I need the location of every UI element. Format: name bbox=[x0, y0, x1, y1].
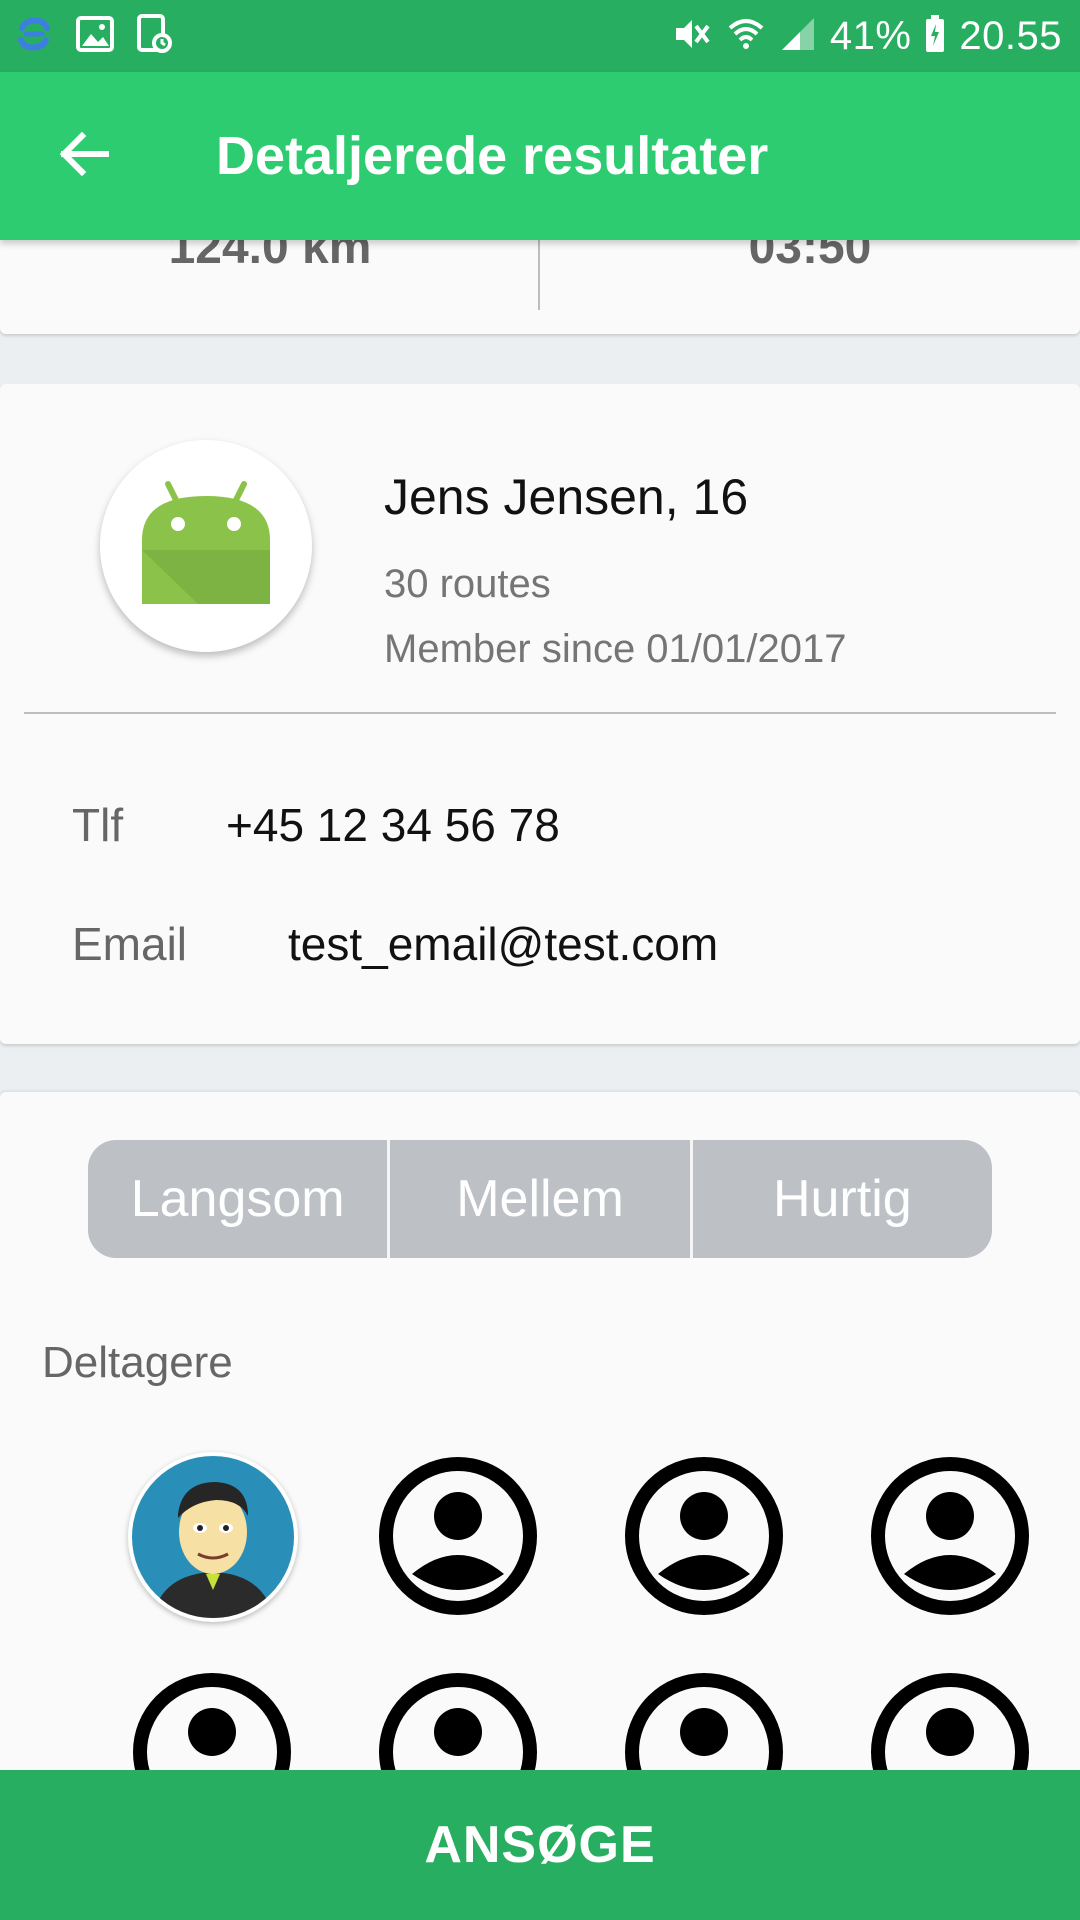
app-bar: Detaljerede resultater bbox=[0, 72, 1080, 240]
arrow-back-icon bbox=[56, 126, 112, 187]
page-title: Detaljerede resultater bbox=[216, 126, 769, 186]
phone-value[interactable]: +45 12 34 56 78 bbox=[226, 798, 560, 852]
participant-slot[interactable] bbox=[868, 1454, 1032, 1618]
segment-mellem[interactable]: Mellem bbox=[387, 1140, 689, 1258]
wifi-icon bbox=[726, 14, 766, 59]
screenshot-icon bbox=[136, 13, 172, 59]
participants-label: Deltagere bbox=[42, 1338, 233, 1387]
battery-icon bbox=[925, 14, 945, 58]
cartoon-face-icon bbox=[132, 1456, 294, 1618]
back-button[interactable] bbox=[0, 72, 168, 240]
profile-member-since: Member since 01/01/2017 bbox=[384, 627, 847, 671]
android-icon bbox=[136, 474, 276, 619]
segment-langsom[interactable]: Langsom bbox=[88, 1140, 387, 1258]
email-value[interactable]: test_email@test.com bbox=[288, 917, 718, 971]
participant-slot[interactable] bbox=[622, 1454, 786, 1618]
sync-icon bbox=[14, 14, 54, 59]
person-icon bbox=[871, 1457, 1029, 1615]
phone-label: Tlf bbox=[72, 799, 124, 851]
image-icon bbox=[76, 15, 114, 57]
profile-name: Jens Jensen, 16 bbox=[384, 469, 749, 525]
profile-routes: 30 routes bbox=[384, 562, 551, 606]
mute-icon bbox=[672, 14, 712, 59]
speed-segmented-control: Langsom Mellem Hurtig bbox=[88, 1140, 992, 1258]
person-icon bbox=[379, 1457, 537, 1615]
apply-button[interactable]: ANSØGE bbox=[0, 1770, 1080, 1920]
status-right: 41% 20.55 bbox=[658, 14, 1062, 59]
profile-card: Jens Jensen, 16 30 routes Member since 0… bbox=[0, 384, 1080, 1044]
segment-hurtig[interactable]: Hurtig bbox=[689, 1140, 992, 1258]
status-left bbox=[14, 13, 194, 59]
signal-icon bbox=[780, 16, 816, 57]
battery-percent: 41% bbox=[829, 13, 912, 58]
status-bar: 41% 20.55 bbox=[0, 0, 1080, 72]
participant-photo-avatar[interactable] bbox=[128, 1452, 298, 1622]
participant-slot[interactable] bbox=[376, 1454, 540, 1618]
clock: 20.55 bbox=[959, 13, 1062, 58]
email-label: Email bbox=[72, 918, 188, 970]
person-icon bbox=[625, 1457, 783, 1615]
screen: 41% 20.55 Detaljerede resultater 124.0 k… bbox=[0, 0, 1080, 1920]
profile-divider bbox=[24, 712, 1056, 714]
profile-avatar bbox=[100, 440, 312, 652]
